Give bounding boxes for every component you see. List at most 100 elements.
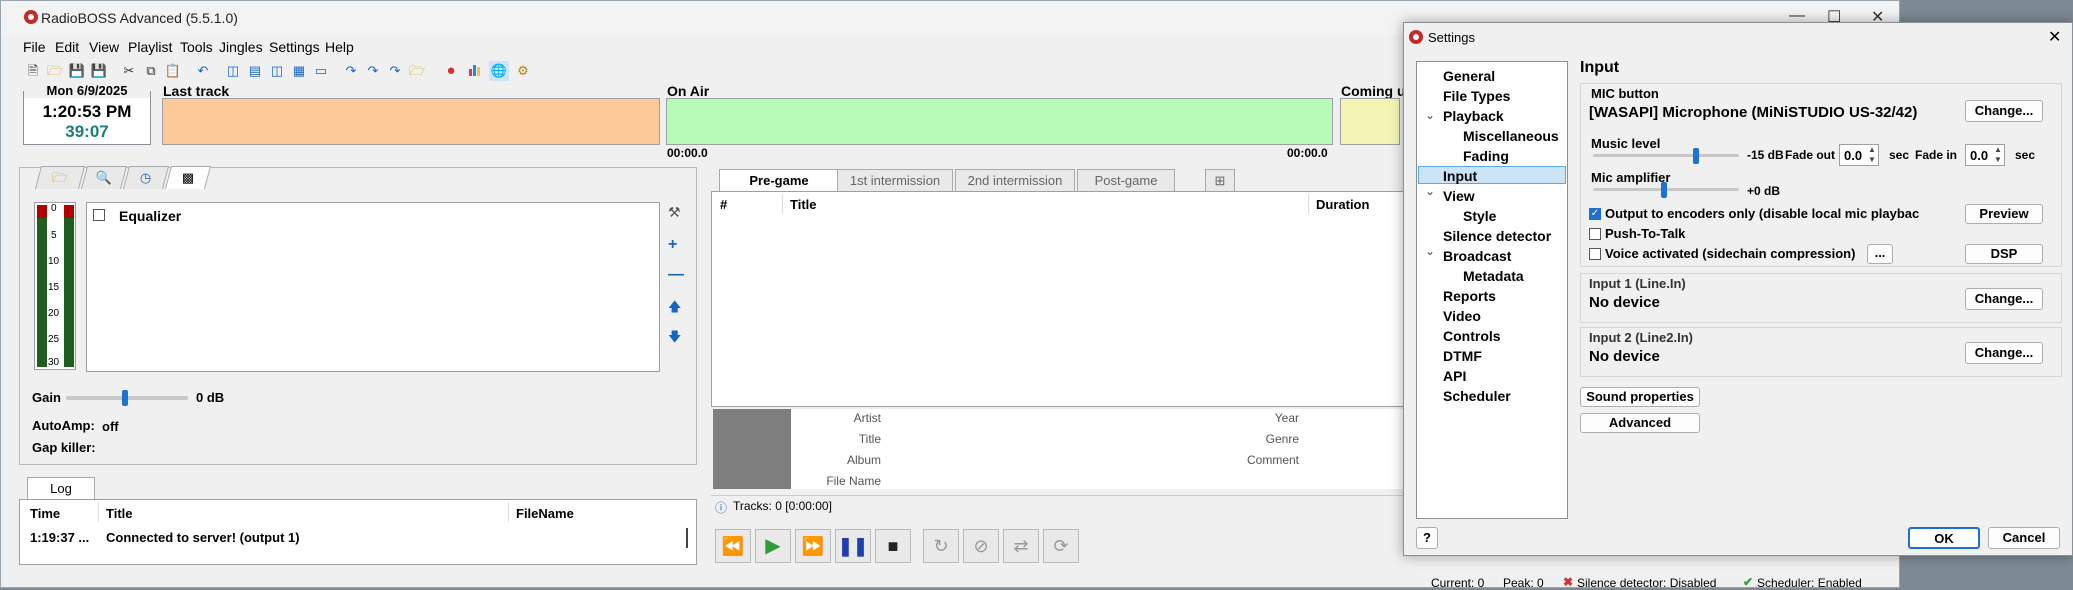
spin-down-icon[interactable]: ▼ [1868, 155, 1876, 164]
layout-2-icon[interactable]: ▤ [245, 61, 265, 81]
preview-button[interactable]: Preview [1965, 204, 2043, 224]
disable-icon[interactable]: ⊘ [963, 529, 999, 563]
input2-change-button[interactable]: Change... [1965, 342, 2043, 364]
tab-pre-game[interactable]: Pre-game [719, 169, 839, 192]
autoamp-value[interactable]: off [102, 419, 119, 434]
globe-icon[interactable]: 🌐 [489, 61, 509, 81]
tree-dtmf[interactable]: DTMF [1443, 348, 1482, 364]
menu-settings[interactable]: Settings [269, 39, 320, 55]
tree-miscellaneous[interactable]: Miscellaneous [1463, 128, 1559, 144]
layout-1-icon[interactable]: ◫ [223, 61, 243, 81]
tab-2nd-intermission[interactable]: 2nd intermission [955, 169, 1075, 192]
output-encoders-checkbox[interactable]: ✓ [1589, 208, 1601, 220]
layout-4-icon[interactable]: ▦ [289, 61, 309, 81]
input1-change-button[interactable]: Change... [1965, 288, 2043, 310]
tools-icon[interactable]: ⚒ [668, 204, 681, 221]
record-icon[interactable]: ● [441, 61, 461, 81]
loop-icon[interactable]: ⟳ [1043, 529, 1079, 563]
chevron-down-icon[interactable]: ⌄ [1425, 184, 1435, 198]
tree-file-types[interactable]: File Types [1443, 88, 1510, 104]
tree-api[interactable]: API [1443, 368, 1466, 384]
tree-controls[interactable]: Controls [1443, 328, 1501, 344]
tree-fading[interactable]: Fading [1463, 148, 1509, 164]
pause-icon[interactable]: ❚❚ [835, 529, 871, 563]
spin-down-icon[interactable]: ▼ [1994, 155, 2002, 164]
add-tab-icon[interactable]: ⊞ [1205, 169, 1235, 192]
remove-effect-icon[interactable]: — [668, 266, 684, 284]
playlist-grid[interactable]: # Title Duration [711, 191, 1411, 407]
equalizer-checkbox[interactable] [93, 209, 105, 221]
open-icon[interactable]: 🗁 [45, 61, 65, 81]
undo-icon[interactable]: ↶ [193, 61, 213, 81]
next-icon[interactable]: ⏩ [795, 529, 831, 563]
tab-effects[interactable]: ▩ [164, 166, 212, 189]
scrollbar[interactable] [686, 528, 688, 548]
tab-clock[interactable]: ◷ [122, 166, 170, 189]
on-air-panel[interactable] [666, 98, 1333, 145]
paste-icon[interactable]: 📋 [163, 61, 183, 81]
chevron-down-icon[interactable]: ⌄ [1425, 244, 1435, 258]
music-level-slider-thumb[interactable] [1693, 148, 1699, 164]
save-as-icon[interactable]: 💾 [89, 61, 109, 81]
spin-up-icon[interactable]: ▲ [1994, 145, 2002, 154]
dsp-button[interactable]: DSP [1965, 244, 2043, 264]
move-up-icon[interactable]: 🡅 [668, 298, 681, 320]
repeat-icon[interactable]: ↻ [923, 529, 959, 563]
insert-3-icon[interactable]: ↷ [385, 61, 405, 81]
menu-view[interactable]: View [89, 39, 119, 55]
music-level-slider-track[interactable] [1593, 154, 1739, 157]
table-row[interactable]: 1:19:37 ... Connected to server! (output… [20, 530, 696, 550]
tree-general[interactable]: General [1443, 68, 1495, 84]
menu-playlist[interactable]: Playlist [128, 39, 172, 55]
voice-activated-checkbox[interactable] [1589, 248, 1601, 260]
layout-5-icon[interactable]: ▭ [311, 61, 331, 81]
help-button[interactable]: ? [1416, 527, 1438, 549]
tree-video[interactable]: Video [1443, 308, 1481, 324]
tab-folder[interactable]: 🗁 [34, 166, 86, 189]
ok-button[interactable]: OK [1908, 527, 1980, 549]
tree-input[interactable]: Input [1443, 168, 1477, 184]
copy-icon[interactable]: ⧉ [141, 61, 161, 81]
insert-2-icon[interactable]: ↷ [363, 61, 383, 81]
chevron-down-icon[interactable]: ⌄ [1425, 108, 1435, 122]
voice-options-button[interactable]: ... [1867, 244, 1893, 264]
cancel-button[interactable]: Cancel [1988, 527, 2060, 549]
tree-playback[interactable]: Playback [1443, 108, 1504, 124]
tab-log[interactable]: Log [27, 477, 95, 500]
tree-scheduler[interactable]: Scheduler [1443, 388, 1511, 404]
tab-post-game[interactable]: Post-game [1077, 169, 1175, 192]
advanced-button[interactable]: Advanced [1580, 413, 1700, 433]
tree-broadcast[interactable]: Broadcast [1443, 248, 1511, 264]
sound-properties-button[interactable]: Sound properties [1580, 387, 1700, 407]
fade-in-spinner[interactable]: 0.0 ▲ ▼ [1965, 144, 2005, 166]
cut-icon[interactable]: ✂ [119, 61, 139, 81]
mic-amp-slider-thumb[interactable] [1661, 182, 1667, 198]
play-icon[interactable]: ▶ [755, 529, 791, 563]
last-track-panel[interactable] [162, 98, 660, 145]
gear-icon[interactable]: ⚙ [513, 61, 533, 81]
gain-slider-thumb[interactable] [122, 390, 128, 406]
tab-1st-intermission[interactable]: 1st intermission [837, 169, 953, 192]
menu-tools[interactable]: Tools [180, 39, 213, 55]
layout-3-icon[interactable]: ◫ [267, 61, 287, 81]
tree-style[interactable]: Style [1463, 208, 1496, 224]
spin-up-icon[interactable]: ▲ [1868, 145, 1876, 154]
tree-silence-detector[interactable]: Silence detector [1443, 228, 1551, 244]
insert-folder-icon[interactable]: 🗁 [407, 61, 427, 81]
menu-jingles[interactable]: Jingles [219, 39, 263, 55]
fade-out-spinner[interactable]: 0.0 ▲ ▼ [1839, 144, 1879, 166]
tab-search[interactable]: 🔍 [80, 166, 128, 189]
tree-metadata[interactable]: Metadata [1463, 268, 1524, 284]
add-effect-icon[interactable]: + [668, 236, 677, 254]
new-icon[interactable]: 🗎 [23, 61, 43, 81]
mic-change-button[interactable]: Change... [1965, 100, 2043, 122]
previous-icon[interactable]: ⏪ [715, 529, 751, 563]
stop-icon[interactable]: ■ [875, 529, 911, 563]
tree-view[interactable]: View [1443, 188, 1475, 204]
menu-edit[interactable]: Edit [55, 39, 79, 55]
move-down-icon[interactable]: 🡇 [668, 328, 681, 350]
menu-file[interactable]: File [23, 39, 46, 55]
chart-icon[interactable] [465, 61, 485, 81]
dialog-close-icon[interactable]: ✕ [2048, 27, 2061, 47]
shuffle-icon[interactable]: ⇄ [1003, 529, 1039, 563]
